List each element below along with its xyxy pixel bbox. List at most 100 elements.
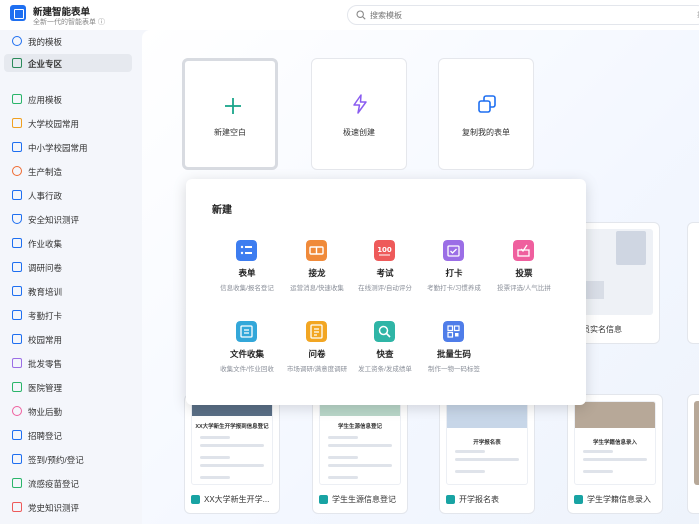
app-logo-icon [10,5,26,21]
option-name: 问卷 [308,349,326,359]
sidebar-item-label: 批发零售 [28,359,63,369]
sidebar-item-enterprise[interactable]: 企业专区 [4,54,132,72]
survey-icon [12,262,22,272]
sidebar-item-safety-quiz[interactable]: 安全知识测评 [4,210,132,228]
doc-line [328,444,392,447]
cube-icon [12,94,22,104]
doc-line [328,456,358,459]
sidebar-item-my-templates[interactable]: 我的模板 [4,32,132,50]
new-form-option[interactable]: 表单 信息收集/报名登记 [212,240,282,300]
sidebar-item-label: 作业收集 [28,239,63,249]
new-file-collect-option[interactable]: 文件收集 收集文件/作业回收 [212,321,282,381]
sidebar-item-label: 中小学校园常用 [28,143,88,153]
recruit-icon [12,430,22,440]
user-icon [12,36,22,46]
doc-line [328,476,358,479]
option-name: 投票 [515,268,533,278]
sidebar-item-attendance[interactable]: 考勤打卡 [4,306,132,324]
doc-line [328,436,358,439]
sidebar-item-label: 安全知识测评 [28,215,80,225]
option-desc: 制作一物一码标签 [428,366,480,373]
doc-title: 开学报名表 [473,440,501,446]
form-icon [574,495,583,504]
template-thumbnail: 学生生源信息登记 [319,401,401,485]
new-query-option[interactable]: 快查 发工资条/发成绩单 [350,321,420,381]
doc-line [200,444,264,447]
template-caption-text: 学生学籍信息录入 [587,495,651,504]
template-card[interactable]: 学生学籍信息录入 学生学籍信息录入 [567,394,663,514]
new-jielong-option[interactable]: 接龙 运营消息/快速收集 [282,240,352,300]
option-name: 批量生码 [436,349,471,359]
sidebar-item-university[interactable]: 大学校园常用 [4,114,132,132]
doc-line [583,458,647,461]
template-thumbnail: XX大学新生开学报到信息登记 [191,401,273,485]
sidebar-item-party-history[interactable]: 党史知识测评 [4,498,132,516]
sidebar-item-training[interactable]: 教育培训 [4,282,132,300]
score-100-icon: 100 [374,240,395,261]
sidebar-item-label: 物业后勤 [28,407,63,417]
option-name: 表单 [238,268,256,278]
form-icon [319,495,328,504]
shield-icon [12,214,22,224]
search-box[interactable]: 报 [347,5,699,25]
sidebar: 我的模板 企业专区 应用模板 大学校园常用 中小学校园常用 生产制造 人事行政 … [0,30,140,524]
qr-code-icon [443,321,464,342]
sidebar-item-signin[interactable]: 签到/预约/登记 [4,450,132,468]
template-card[interactable]: 学生生源信息登记 学生生源信息登记 [312,394,408,514]
sidebar-item-label: 签到/预约/登记 [28,455,84,465]
template-caption-text: 学生生源信息登记 [332,495,396,504]
new-survey-option[interactable]: 问卷 市场调研/满意度调研 [282,321,352,381]
sidebar-item-label: 招聘登记 [28,431,63,441]
sidebar-item-survey[interactable]: 调研问卷 [4,258,132,276]
file-collect-icon [236,321,257,342]
new-blank-card[interactable]: 新建空白 [182,58,278,170]
template-card[interactable]: XX大学新生开学报到信息登记 XX大学新生开学... [184,394,280,514]
sidebar-item-flu-vaccine[interactable]: 流感疫苗登记 [4,474,132,492]
top-bar: 新建智能表单 全新一代的智能表单 ⓘ 报 [0,0,699,30]
quick-create-card[interactable]: 极速创建 [311,58,407,170]
doc-line [583,450,613,453]
new-exam-option[interactable]: 100 考试 在线测评/自动评分 [350,240,420,300]
questionnaire-icon [306,321,327,342]
chain-icon [306,240,327,261]
portrait-image [616,231,646,265]
sidebar-item-label: 考勤打卡 [28,311,63,321]
sidebar-item-hr[interactable]: 人事行政 [4,186,132,204]
sidebar-item-homework[interactable]: 作业收集 [4,234,132,252]
training-book-icon [12,286,22,296]
new-vote-option[interactable]: 投票 投票评选/人气比拼 [489,240,559,300]
vaccine-icon [12,478,22,488]
copy-my-form-label: 复制我的表单 [462,128,510,137]
copy-my-form-card[interactable]: 复制我的表单 [438,58,534,170]
doc-title: XX大学新生开学报到信息登记 [195,424,269,430]
template-caption-text: XX大学新生开学... [204,495,270,504]
sidebar-item-app-templates[interactable]: 应用模板 [4,90,132,108]
sidebar-item-hospital[interactable]: 医院管理 [4,378,132,396]
template-card[interactable] [687,394,699,514]
property-icon [12,406,22,416]
id-card-icon [12,190,22,200]
sidebar-item-retail[interactable]: 批发零售 [4,354,132,372]
sidebar-item-campus[interactable]: 校园常用 [4,330,132,348]
sidebar-item-property[interactable]: 物业后勤 [4,402,132,420]
medical-icon [12,382,22,392]
popover-title: 新建 [212,205,232,216]
form-icon [191,495,200,504]
sidebar-item-manufacturing[interactable]: 生产制造 [4,162,132,180]
doc-line [200,464,264,467]
new-batch-code-option[interactable]: 批量生码 制作一物一码标签 [419,321,489,381]
sidebar-item-label: 我的模板 [28,37,63,47]
new-checkin-option[interactable]: 打卡 考勤打卡/习惯养成 [419,240,489,300]
search-input[interactable] [370,8,670,23]
sidebar-item-label: 企业专区 [28,59,63,69]
sidebar-item-recruiting[interactable]: 招聘登记 [4,426,132,444]
doc-line [455,450,485,453]
sidebar-item-school[interactable]: 中小学校园常用 [4,138,132,156]
signin-icon [12,454,22,464]
template-card[interactable]: 开学报名表 开学报名表 [439,394,535,514]
doc-line [455,470,485,473]
template-card[interactable] [687,222,699,344]
form-icon [446,495,455,504]
flag-icon [12,502,22,512]
book-icon [12,142,22,152]
